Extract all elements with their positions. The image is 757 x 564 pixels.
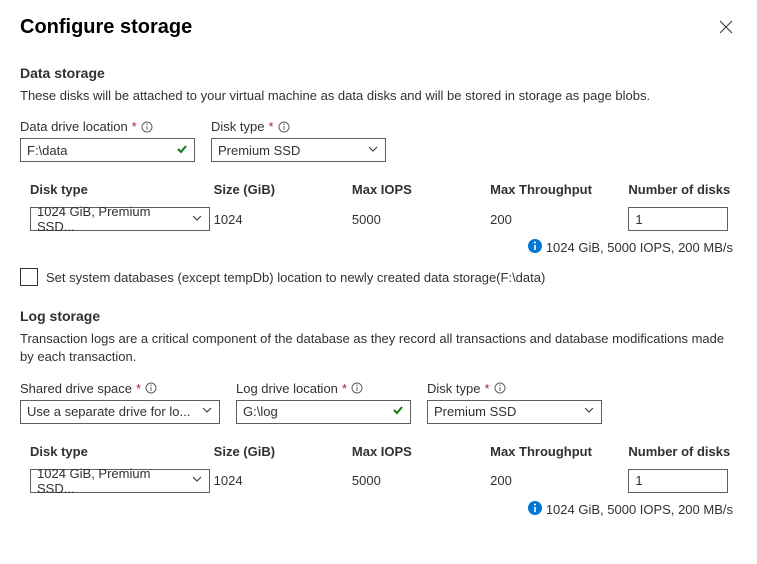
data-row-throughput: 200	[490, 212, 628, 227]
info-icon[interactable]	[351, 382, 363, 394]
info-icon[interactable]	[145, 382, 157, 394]
col-iops: Max IOPS	[352, 444, 490, 459]
col-thru: Max Throughput	[490, 444, 628, 459]
col-disktype: Disk type	[20, 182, 214, 197]
required-marker: *	[136, 381, 141, 396]
shared-space-label: Shared drive space	[20, 381, 132, 396]
log-row-disktype-value: 1024 GiB, Premium SSD...	[37, 466, 183, 496]
data-disktype-label: Disk type	[211, 119, 264, 134]
log-table-row: 1024 GiB, Premium SSD... 1024 5000 200 1	[20, 465, 737, 497]
data-table-header: Disk type Size (GiB) Max IOPS Max Throug…	[20, 176, 737, 203]
data-disktype-select[interactable]: Premium SSD	[211, 138, 386, 162]
data-row-iops: 5000	[352, 212, 490, 227]
chevron-down-icon	[201, 404, 213, 419]
info-icon[interactable]	[494, 382, 506, 394]
log-row-num-input[interactable]: 1	[628, 469, 728, 493]
col-thru: Max Throughput	[490, 182, 628, 197]
log-disktype-select[interactable]: Premium SSD	[427, 400, 602, 424]
data-location-value: F:\data	[27, 143, 67, 158]
col-disktype: Disk type	[20, 444, 214, 459]
info-solid-icon	[528, 501, 542, 518]
log-location-label: Log drive location	[236, 381, 338, 396]
log-row-disktype-select[interactable]: 1024 GiB, Premium SSD...	[30, 469, 210, 493]
log-table-header: Disk type Size (GiB) Max IOPS Max Throug…	[20, 438, 737, 465]
required-marker: *	[268, 119, 273, 134]
chevron-down-icon	[191, 473, 203, 488]
col-size: Size (GiB)	[214, 444, 352, 459]
col-num: Number of disks	[628, 182, 737, 197]
check-icon	[392, 404, 404, 419]
info-icon[interactable]	[141, 121, 153, 133]
data-row-size: 1024	[214, 212, 352, 227]
chevron-down-icon	[583, 404, 595, 419]
chevron-down-icon	[367, 143, 379, 158]
col-num: Number of disks	[628, 444, 737, 459]
info-icon[interactable]	[278, 121, 290, 133]
required-marker: *	[342, 381, 347, 396]
page-title: Configure storage	[20, 16, 192, 39]
data-location-label: Data drive location	[20, 119, 128, 134]
check-icon	[176, 143, 188, 158]
log-row-size: 1024	[214, 473, 352, 488]
required-marker: *	[484, 381, 489, 396]
data-row-num-input[interactable]: 1	[628, 207, 728, 231]
data-row-disktype-select[interactable]: 1024 GiB, Premium SSD...	[30, 207, 210, 231]
data-row-disktype-value: 1024 GiB, Premium SSD...	[37, 204, 183, 234]
log-row-throughput: 200	[490, 473, 628, 488]
shared-space-select[interactable]: Use a separate drive for lo...	[20, 400, 220, 424]
col-iops: Max IOPS	[352, 182, 490, 197]
log-storage-description: Transaction logs are a critical componen…	[20, 330, 737, 366]
data-summary-text: 1024 GiB, 5000 IOPS, 200 MB/s	[546, 240, 733, 255]
log-disktype-value: Premium SSD	[434, 404, 516, 419]
close-button[interactable]	[715, 16, 737, 41]
log-storage-heading: Log storage	[20, 308, 737, 324]
required-marker: *	[132, 119, 137, 134]
log-location-select[interactable]: G:\log	[236, 400, 411, 424]
info-solid-icon	[528, 239, 542, 256]
data-storage-heading: Data storage	[20, 65, 737, 81]
shared-space-value: Use a separate drive for lo...	[27, 404, 190, 419]
close-icon	[719, 22, 733, 37]
data-table-row: 1024 GiB, Premium SSD... 1024 5000 200 1	[20, 203, 737, 235]
log-summary-text: 1024 GiB, 5000 IOPS, 200 MB/s	[546, 502, 733, 517]
data-storage-description: These disks will be attached to your vir…	[20, 87, 737, 105]
col-size: Size (GiB)	[214, 182, 352, 197]
chevron-down-icon	[191, 212, 203, 227]
log-location-value: G:\log	[243, 404, 278, 419]
system-db-checkbox[interactable]	[20, 268, 38, 286]
data-disktype-value: Premium SSD	[218, 143, 300, 158]
log-row-iops: 5000	[352, 473, 490, 488]
data-location-select[interactable]: F:\data	[20, 138, 195, 162]
log-disktype-label: Disk type	[427, 381, 480, 396]
system-db-checkbox-label: Set system databases (except tempDb) loc…	[46, 270, 545, 285]
